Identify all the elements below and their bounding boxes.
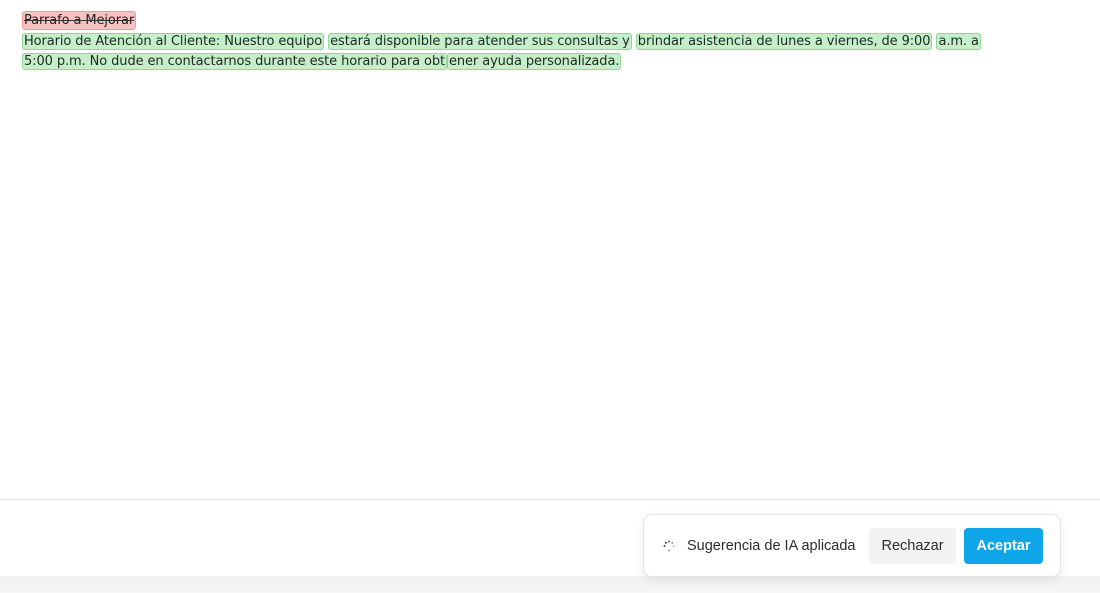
inserted-text-segment: Horario de Atención al Cliente: Nuestro …: [22, 33, 325, 50]
document-content[interactable]: Parrafo a Mejorar Horario de Atención al…: [22, 11, 982, 72]
deleted-heading: Parrafo a Mejorar: [22, 11, 137, 30]
inserted-text-segment: ener ayuda personalizada.: [447, 53, 622, 70]
deleted-heading-line: Parrafo a Mejorar: [22, 11, 982, 31]
accept-button[interactable]: Aceptar: [964, 528, 1043, 564]
document-editor[interactable]: Parrafo a Mejorar Horario de Atención al…: [0, 0, 1100, 499]
spinner-icon: [662, 538, 676, 552]
ai-status-text: Sugerencia de IA aplicada: [687, 538, 856, 554]
inserted-text-segment: estará disponible para atender sus consu…: [328, 33, 632, 50]
bottom-shadow: [0, 576, 1100, 593]
reject-button[interactable]: Rechazar: [869, 528, 956, 564]
inserted-text-segment: brindar asistencia de lunes a viernes, d…: [635, 33, 933, 50]
suggested-paragraph[interactable]: Horario de Atención al Cliente: Nuestro …: [22, 32, 982, 72]
